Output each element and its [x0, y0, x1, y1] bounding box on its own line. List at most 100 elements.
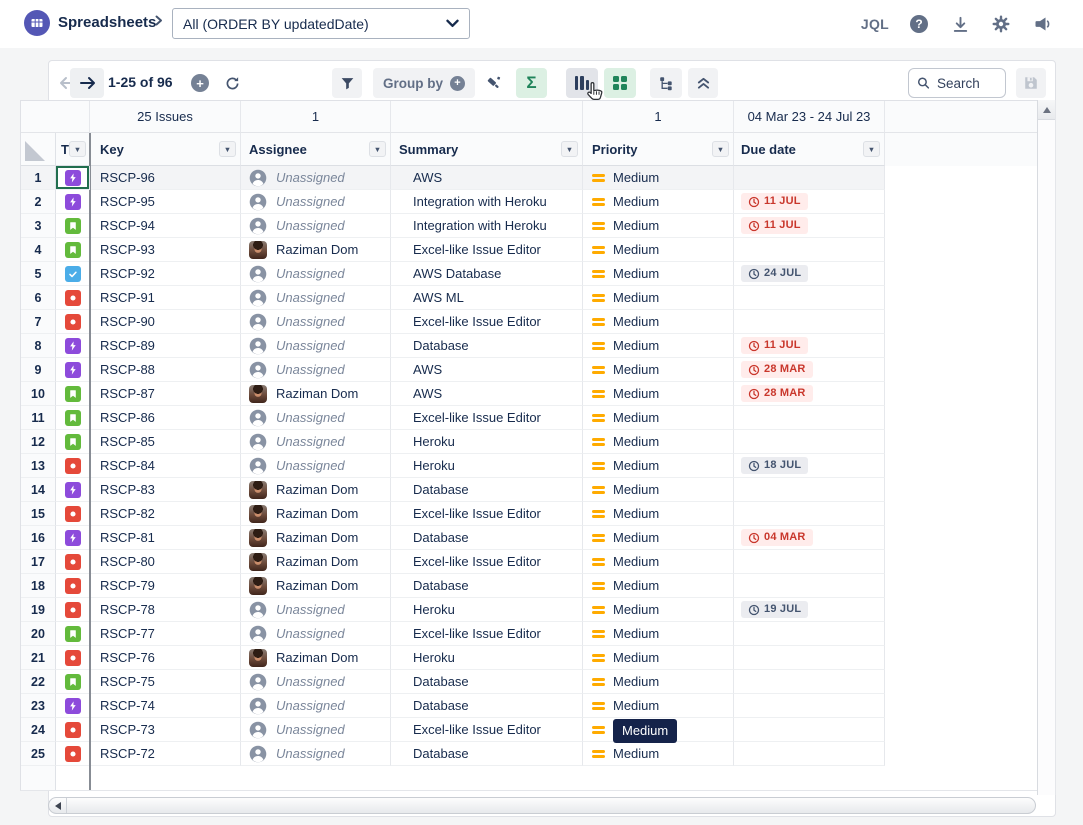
summary-cell[interactable]: Excel-like Issue Editor [391, 550, 583, 574]
summary-cell[interactable]: Integration with Heroku [391, 214, 583, 238]
assignee-cell[interactable]: Unassigned [241, 718, 391, 742]
issue-key-cell[interactable]: RSCP-79 [90, 574, 241, 598]
due-date-cell[interactable] [734, 742, 885, 766]
settings-button[interactable] [988, 11, 1014, 37]
issue-key-cell[interactable]: RSCP-82 [90, 502, 241, 526]
issue-key-cell[interactable]: RSCP-89 [90, 334, 241, 358]
assignee-cell[interactable]: Unassigned [241, 166, 391, 190]
priority-cell[interactable]: Medium [583, 454, 734, 478]
assignee-cell[interactable]: Unassigned [241, 358, 391, 382]
issue-type-cell[interactable] [56, 286, 90, 310]
row-number[interactable]: 1 [21, 166, 56, 190]
issue-key-cell[interactable]: RSCP-81 [90, 526, 241, 550]
column-filter-button[interactable]: ▼ [219, 141, 236, 157]
column-header-summary[interactable]: Summary ▼ [391, 133, 583, 166]
column-header-due-date[interactable]: Due date ▼ [734, 133, 885, 166]
jql-toggle[interactable]: JQL [859, 16, 891, 32]
row-number[interactable]: 12 [21, 430, 56, 454]
summary-cell[interactable]: AWS [391, 358, 583, 382]
row-number[interactable]: 24 [21, 718, 56, 742]
summary-cell[interactable]: Database [391, 526, 583, 550]
assignee-cell[interactable]: Unassigned [241, 454, 391, 478]
scroll-left-button[interactable] [49, 798, 67, 813]
issue-key-cell[interactable]: RSCP-73 [90, 718, 241, 742]
issue-key-cell[interactable]: RSCP-76 [90, 646, 241, 670]
priority-cell[interactable]: Medium [583, 310, 734, 334]
due-date-cell[interactable]: 04 MAR [734, 526, 885, 550]
issue-key-cell[interactable]: RSCP-94 [90, 214, 241, 238]
issue-key-cell[interactable]: RSCP-84 [90, 454, 241, 478]
summary-cell[interactable]: Excel-like Issue Editor [391, 238, 583, 262]
column-filter-button[interactable]: ▼ [69, 141, 86, 157]
due-date-cell[interactable]: 19 JUL [734, 598, 885, 622]
summary-cell[interactable]: AWS Database [391, 262, 583, 286]
summary-cell[interactable]: Database [391, 334, 583, 358]
priority-cell[interactable]: Medium [583, 550, 734, 574]
priority-cell[interactable]: Medium [583, 694, 734, 718]
assignee-cell[interactable]: Unassigned [241, 262, 391, 286]
priority-cell[interactable]: Medium [583, 190, 734, 214]
issue-type-cell[interactable] [56, 334, 90, 358]
due-date-cell[interactable] [734, 502, 885, 526]
priority-cell[interactable]: Medium [583, 742, 734, 766]
issue-type-cell[interactable] [56, 382, 90, 406]
due-date-cell[interactable]: 24 JUL [734, 262, 885, 286]
filter-button[interactable] [332, 68, 362, 98]
issue-key-cell[interactable]: RSCP-75 [90, 670, 241, 694]
issue-type-cell[interactable] [56, 694, 90, 718]
column-header-assignee[interactable]: Assignee ▼ [241, 133, 391, 166]
add-issue-button[interactable]: + [186, 68, 214, 98]
column-header-priority[interactable]: Priority ▼ [583, 133, 734, 166]
horizontal-scrollbar[interactable] [48, 797, 1036, 814]
forward-button[interactable] [70, 68, 104, 98]
issue-key-cell[interactable]: RSCP-74 [90, 694, 241, 718]
summary-cell[interactable]: Excel-like Issue Editor [391, 502, 583, 526]
due-date-cell[interactable] [734, 238, 885, 262]
issue-key-cell[interactable]: RSCP-77 [90, 622, 241, 646]
issue-type-cell[interactable] [56, 598, 90, 622]
collapse-all-button[interactable] [688, 68, 718, 98]
priority-cell[interactable]: Medium [583, 526, 734, 550]
summary-cell[interactable]: Heroku [391, 454, 583, 478]
assignee-cell[interactable]: Raziman Dom [241, 526, 391, 550]
columns-button[interactable] [566, 68, 598, 98]
assignee-cell[interactable]: Unassigned [241, 214, 391, 238]
issue-key-cell[interactable]: RSCP-87 [90, 382, 241, 406]
issue-key-cell[interactable]: RSCP-90 [90, 310, 241, 334]
assignee-cell[interactable]: Raziman Dom [241, 646, 391, 670]
due-date-cell[interactable]: 11 JUL [734, 214, 885, 238]
cell-view-button[interactable] [604, 68, 636, 98]
assignee-cell[interactable]: Raziman Dom [241, 550, 391, 574]
assignee-cell[interactable]: Raziman Dom [241, 478, 391, 502]
assignee-cell[interactable]: Raziman Dom [241, 238, 391, 262]
row-number[interactable]: 21 [21, 646, 56, 670]
summary-cell[interactable]: Heroku [391, 430, 583, 454]
issue-key-cell[interactable]: RSCP-86 [90, 406, 241, 430]
due-date-cell[interactable] [734, 694, 885, 718]
scroll-up-button[interactable] [1038, 100, 1055, 120]
priority-cell[interactable]: Medium [583, 238, 734, 262]
column-filter-button[interactable]: ▼ [561, 141, 578, 157]
summary-cell[interactable]: Database [391, 670, 583, 694]
issue-key-cell[interactable]: RSCP-78 [90, 598, 241, 622]
export-button[interactable] [947, 11, 973, 37]
hierarchy-button[interactable] [650, 68, 682, 98]
due-date-cell[interactable]: 11 JUL [734, 190, 885, 214]
summary-cell[interactable]: Excel-like Issue Editor [391, 310, 583, 334]
row-number[interactable]: 13 [21, 454, 56, 478]
row-number[interactable]: 9 [21, 358, 56, 382]
issue-type-cell[interactable] [56, 310, 90, 334]
issue-type-cell[interactable] [56, 166, 90, 190]
view-selector[interactable]: All (ORDER BY updatedDate) [172, 8, 470, 39]
issue-type-cell[interactable] [56, 190, 90, 214]
priority-cell[interactable]: Medium [583, 382, 734, 406]
row-number[interactable]: 19 [21, 598, 56, 622]
priority-cell[interactable]: Medium [583, 502, 734, 526]
due-date-cell[interactable] [734, 622, 885, 646]
issue-type-cell[interactable] [56, 214, 90, 238]
issue-key-cell[interactable]: RSCP-85 [90, 430, 241, 454]
column-header-key[interactable]: Key ▼ [90, 133, 241, 166]
group-by-button[interactable]: Group by + [373, 68, 475, 98]
issue-type-cell[interactable] [56, 718, 90, 742]
row-number[interactable]: 4 [21, 238, 56, 262]
